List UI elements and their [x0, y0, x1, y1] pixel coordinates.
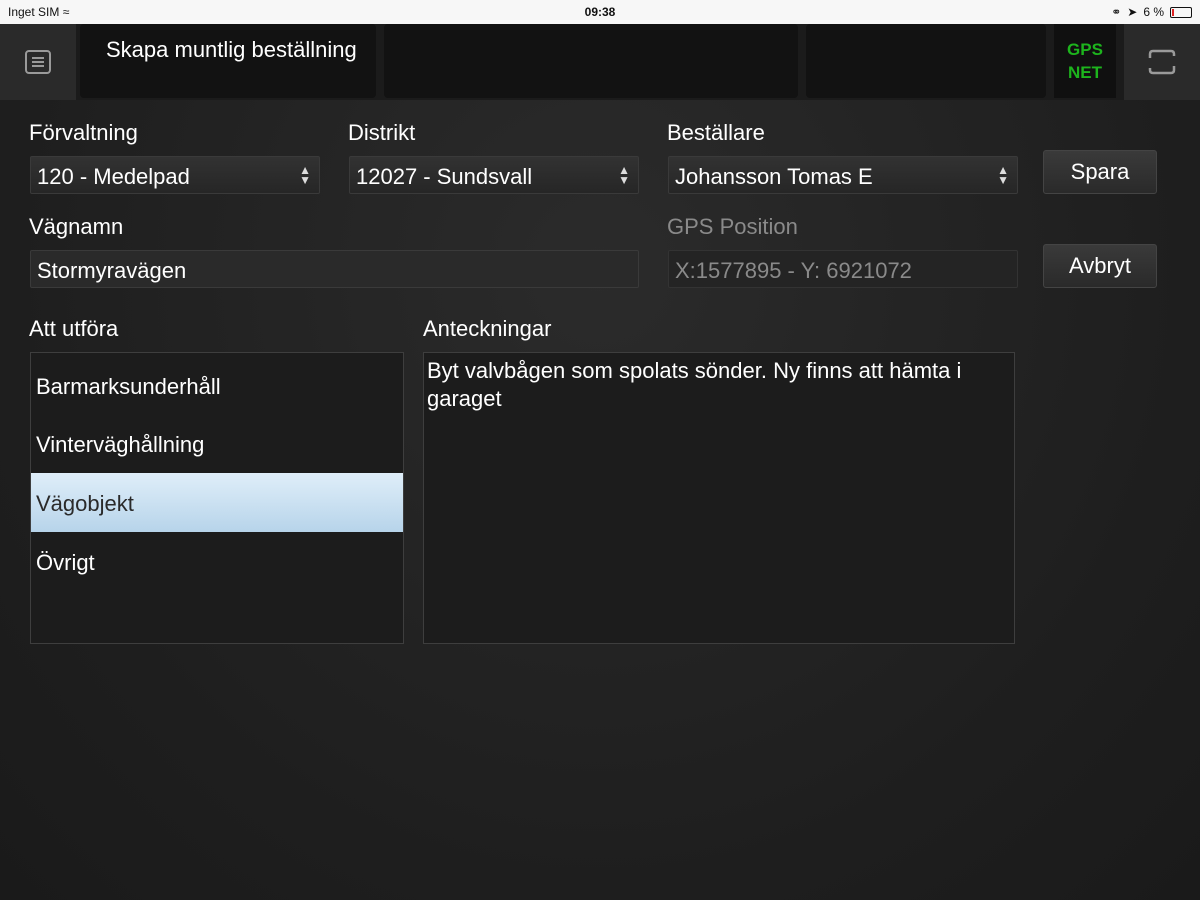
list-icon	[25, 50, 51, 74]
vagnamn-field[interactable]: Stormyravägen	[30, 250, 639, 288]
vagnamn-value: Stormyravägen	[37, 258, 187, 283]
list-item-label: Vinterväghållning	[36, 432, 205, 457]
bestallare-select[interactable]: Johansson Tomas E ▲ ▼	[668, 156, 1018, 194]
top-bar: Skapa muntlig beställning GPS NET	[0, 24, 1200, 100]
save-button[interactable]: Spara	[1043, 150, 1157, 194]
updown-arrows-icon: ▲ ▼	[299, 163, 311, 187]
gps-label: GPS	[1067, 40, 1103, 59]
bestallare-label: Beställare	[667, 120, 765, 145]
anteckningar-textarea[interactable]: Byt valvbågen som spolats sönder. Ny fin…	[423, 352, 1015, 644]
title-panel: Skapa muntlig beställning	[80, 24, 376, 98]
gps-position-label: GPS Position	[667, 214, 798, 239]
header-panel-empty-2	[806, 24, 1046, 98]
forvaltning-label: Förvaltning	[29, 120, 138, 145]
menu-button[interactable]	[0, 24, 76, 100]
list-item-label: Barmarksunderhåll	[36, 374, 221, 399]
forvaltning-value: 120 - Medelpad	[37, 164, 190, 189]
status-right: ⚭ ➤ 6 %	[1111, 5, 1192, 19]
clock: 09:38	[584, 5, 616, 19]
distrikt-select[interactable]: 12027 - Sundsvall ▲ ▼	[349, 156, 639, 194]
anteckningar-text: Byt valvbågen som spolats sönder. Ny fin…	[427, 358, 962, 411]
battery-percent: 6 %	[1143, 5, 1164, 19]
bestallare-value: Johansson Tomas E	[675, 164, 873, 189]
distrikt-value: 12027 - Sundsvall	[356, 164, 533, 189]
gps-position-value: X:1577895 - Y: 6921072	[675, 258, 912, 283]
list-item-label: Övrigt	[36, 550, 95, 575]
page-title: Skapa muntlig beställning	[106, 37, 357, 62]
distrikt-label: Distrikt	[348, 120, 416, 145]
net-label: NET	[1068, 63, 1102, 82]
header-panel-empty-1	[384, 24, 798, 98]
list-item-ovrigt[interactable]: Övrigt	[31, 532, 403, 591]
anteckningar-label: Anteckningar	[423, 316, 552, 341]
rotate-button[interactable]	[1124, 24, 1200, 100]
battery-icon	[1170, 6, 1192, 18]
updown-arrows-icon: ▲ ▼	[997, 163, 1009, 187]
list-item-vintervaghallning[interactable]: Vinterväghållning	[31, 414, 403, 473]
location-arrow-icon: ➤	[1127, 5, 1138, 19]
orientation-lock-icon: ⚭	[1111, 5, 1122, 19]
att-utfora-list[interactable]: Barmarksunderhåll Vinterväghållning Vägo…	[30, 352, 404, 644]
gps-position-field: X:1577895 - Y: 6921072	[668, 250, 1018, 288]
list-item-barmarksunderhall[interactable]: Barmarksunderhåll	[31, 356, 403, 415]
vagnamn-label: Vägnamn	[29, 214, 124, 239]
status-bar: Inget SIM ≈ 09:38 ⚭ ➤ 6 %	[0, 0, 1200, 24]
updown-arrows-icon: ▲ ▼	[618, 163, 630, 187]
cancel-button[interactable]: Avbryt	[1043, 244, 1157, 288]
list-item-label: Vägobjekt	[36, 491, 134, 516]
forvaltning-select[interactable]: 120 - Medelpad ▲ ▼	[30, 156, 320, 194]
att-utfora-label: Att utföra	[29, 316, 119, 341]
list-item-vagobjekt[interactable]: Vägobjekt	[31, 473, 403, 532]
rotate-screen-icon	[1148, 49, 1176, 75]
gps-status-indicator: GPS NET	[1054, 24, 1116, 98]
